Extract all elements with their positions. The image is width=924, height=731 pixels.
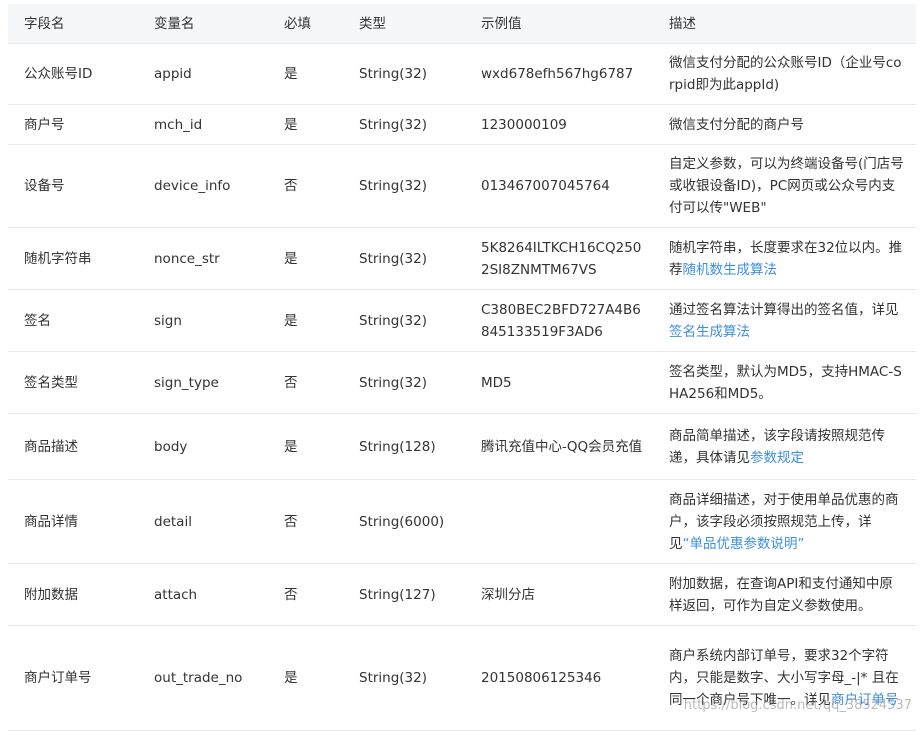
description: 微信支付分配的公众账号ID（企业号corpid即为此appId) (653, 44, 916, 104)
required-flag: 否 (284, 513, 298, 530)
field-name: 商户号 (24, 116, 65, 133)
type: String(32) (359, 250, 428, 267)
header-description: 描述 (669, 15, 696, 32)
field-name: 商品描述 (24, 438, 78, 455)
field-name: 附加数据 (24, 586, 78, 603)
required-flag: 是 (284, 438, 298, 455)
required-flag: 是 (284, 312, 298, 329)
variable-name: nonce_str (154, 250, 220, 267)
required-flag: 否 (284, 178, 298, 194)
example-value: 013467007045764 (481, 178, 610, 194)
description-text: 自定义参数，可以为终端设备号(门店号或收银设备ID)，PC网页或公众号内支付可以… (669, 156, 904, 216)
required-flag: 是 (284, 66, 298, 82)
description: 微信支付分配的商户号 (653, 105, 916, 144)
description: 签名类型，默认为MD5，支持HMAC-SHA256和MD5。 (653, 352, 916, 413)
parameter-rules-link[interactable]: 参数规定 (750, 450, 804, 466)
required-flag: 否 (284, 374, 298, 391)
variable-name: detail (154, 513, 192, 530)
example-value: 20150806125346 (481, 670, 602, 686)
type: String(32) (359, 312, 428, 329)
parameter-table: 字段名 变量名 必填 类型 示例值 描述 公众账号ID appid 是 Stri… (8, 4, 916, 731)
variable-name: sign (154, 312, 182, 329)
type: String(32) (359, 116, 428, 133)
header-required: 必填 (284, 15, 311, 32)
example-value: wxd678efh567hg6787 (481, 66, 634, 82)
table-row: 签名类型 sign_type 否 String(32) MD5 签名类型，默认为… (8, 352, 916, 414)
variable-name: out_trade_no (154, 670, 243, 686)
description: 商品详细描述，对于使用单品优惠的商户，该字段必须按照规范上传，详见“单品优惠参数… (653, 480, 916, 563)
table-header-row: 字段名 变量名 必填 类型 示例值 描述 (8, 4, 916, 44)
table-row: 公众账号ID appid 是 String(32) wxd678efh567hg… (8, 44, 916, 105)
variable-name: device_info (154, 178, 231, 194)
random-string-algorithm-link[interactable]: 随机数生成算法 (683, 262, 778, 278)
watermark: https://blog.csdn.net/qq_38524537 (683, 698, 912, 713)
required-flag: 是 (284, 250, 298, 267)
field-name: 商品详情 (24, 513, 78, 530)
variable-name: mch_id (154, 116, 203, 133)
field-name: 商户订单号 (24, 670, 92, 686)
description: 商品简单描述，该字段请按照规范传递，具体请见参数规定 (653, 414, 916, 479)
table-row: 签名 sign 是 String(32) C380BEC2BFD727A4B68… (8, 290, 916, 352)
field-name: 签名类型 (24, 374, 78, 391)
example-value (465, 480, 653, 563)
table-row: 商户号 mch_id 是 String(32) 1230000109 微信支付分… (8, 105, 916, 145)
example-value: 腾讯充值中心-QQ会员充值 (481, 438, 643, 455)
table-row: 商户订单号 out_trade_no 是 String(32) 20150806… (8, 626, 916, 731)
field-name: 设备号 (24, 178, 65, 194)
description-text: 签名类型，默认为MD5，支持HMAC-SHA256和MD5。 (669, 363, 902, 402)
table-row: 附加数据 attach 否 String(127) 深圳分店 附加数据，在查询A… (8, 564, 916, 626)
description: 通过签名算法计算得出的签名值，详见签名生成算法 (653, 290, 916, 351)
description-text: 微信支付分配的公众账号ID（企业号corpid即为此appId) (669, 55, 902, 93)
type: String(32) (359, 178, 428, 194)
field-name: 随机字符串 (24, 250, 92, 267)
example-value: C380BEC2BFD727A4B6845133519F3AD6 (481, 301, 641, 340)
description: 商户系统内部订单号，要求32个字符内，只能是数字、大小写字母_-|* 且在同一个… (653, 626, 916, 730)
type: String(32) (359, 374, 428, 391)
description: 自定义参数，可以为终端设备号(门店号或收银设备ID)，PC网页或公众号内支付可以… (653, 145, 916, 227)
signature-algorithm-link[interactable]: 签名生成算法 (669, 324, 750, 340)
header-variable-name: 变量名 (154, 15, 195, 32)
header-type: 类型 (359, 15, 386, 32)
variable-name: attach (154, 586, 198, 603)
table-row: 随机字符串 nonce_str 是 String(32) 5K8264ILTKC… (8, 228, 916, 290)
field-name: 公众账号ID (24, 66, 93, 82)
table-row: 商品描述 body 是 String(128) 腾讯充值中心-QQ会员充值 商品… (8, 414, 916, 480)
type: String(127) (359, 586, 436, 603)
field-name: 签名 (24, 312, 51, 329)
type: String(6000) (359, 513, 445, 530)
description-text: 通过签名算法计算得出的签名值，详见 (669, 301, 899, 318)
table-row: 商品详情 detail 否 String(6000) 商品详细描述，对于使用单品… (8, 480, 916, 564)
required-flag: 否 (284, 586, 298, 603)
single-item-discount-link[interactable]: “单品优惠参数说明” (683, 536, 805, 552)
description-text: 微信支付分配的商户号 (669, 116, 804, 133)
variable-name: appid (154, 66, 192, 82)
type: String(128) (359, 438, 436, 455)
variable-name: sign_type (154, 374, 219, 391)
required-flag: 是 (284, 116, 298, 133)
variable-name: body (154, 438, 188, 455)
description: 附加数据，在查询API和支付通知中原样返回，可作为自定义参数使用。 (653, 564, 916, 625)
description: 随机字符串，长度要求在32位以内。推荐随机数生成算法 (653, 228, 916, 289)
example-value: MD5 (481, 374, 512, 391)
example-value: 1230000109 (481, 116, 567, 133)
table-row: 设备号 device_info 否 String(32) 01346700704… (8, 145, 916, 228)
example-value: 5K8264ILTKCH16CQ2502SI8ZNMTM67VS (481, 239, 642, 278)
type: String(32) (359, 66, 428, 82)
header-field-name: 字段名 (24, 15, 65, 32)
example-value: 深圳分店 (481, 586, 535, 603)
required-flag: 是 (284, 670, 298, 686)
header-example: 示例值 (481, 15, 522, 32)
description-text: 附加数据，在查询API和支付通知中原样返回，可作为自定义参数使用。 (669, 575, 893, 614)
type: String(32) (359, 670, 428, 686)
